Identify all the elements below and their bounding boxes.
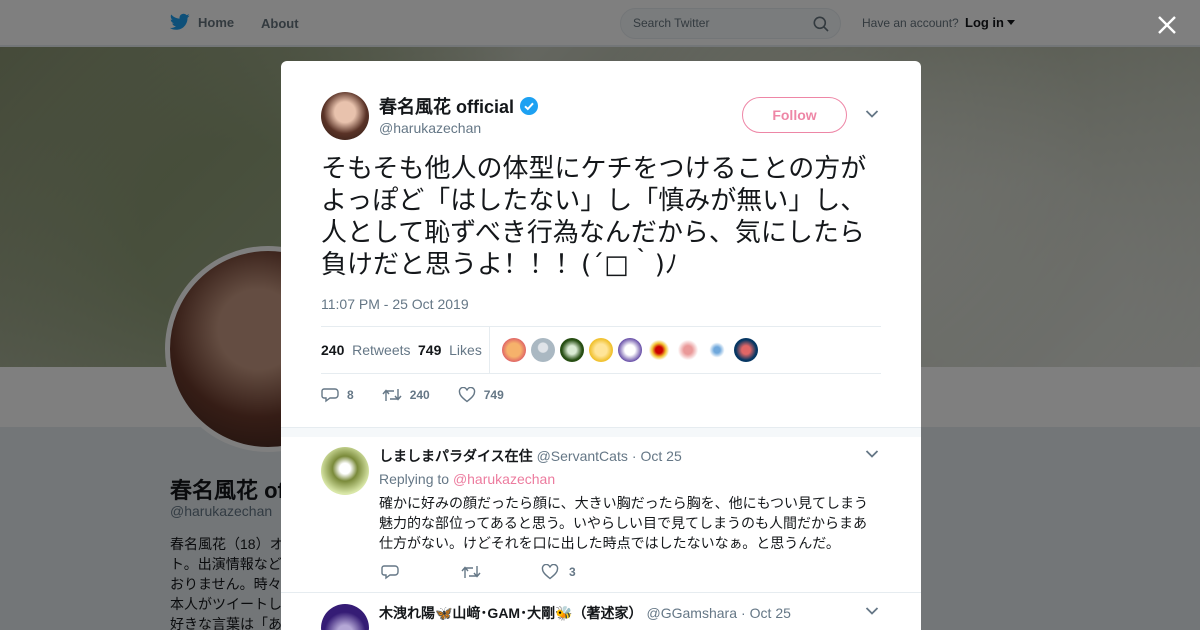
reply-author-handle[interactable]: @GGamshara [647,605,737,621]
reply-time[interactable]: Oct 25 [750,605,791,621]
author-handle[interactable]: @harukazechan [379,120,481,136]
heart-icon [458,387,475,403]
close-icon[interactable] [1156,14,1178,36]
reply-icon [381,565,399,580]
liker-avatar[interactable] [531,338,555,362]
author-avatar[interactable] [321,92,369,140]
liker-avatar[interactable] [618,338,642,362]
stats-divider [489,327,490,374]
reply-author-name[interactable]: 木洩れ陽🦋山﨑･GAM･大剛🐝（著述家） [379,603,643,623]
replying-to: Replying to @harukazechan [379,471,555,487]
likes-label: Likes [449,342,482,358]
follow-button[interactable]: Follow [742,97,847,133]
liker-avatar[interactable] [705,338,729,362]
likers-avatars [502,338,758,362]
author-name-row: 春名風花 official [379,93,539,119]
replying-to-link[interactable]: @harukazechan [453,471,555,487]
like-button[interactable]: 749 [458,387,504,403]
like-count: 749 [483,388,504,402]
liker-avatar[interactable] [502,338,526,362]
reply-reply-button[interactable] [381,564,461,580]
reply-button[interactable]: 8 [321,387,354,403]
liker-avatar[interactable] [734,338,758,362]
retweet-icon [382,389,402,401]
liker-avatar[interactable] [647,338,671,362]
reply-header: 木洩れ陽🦋山﨑･GAM･大剛🐝（著述家） @GGamshara · Oct 25 [379,603,791,623]
reply-author-handle[interactable]: @ServantCats [537,448,628,464]
retweets-count: 240 [321,342,345,358]
tweet-timestamp[interactable]: 11:07 PM - 25 Oct 2019 [321,296,469,312]
reply-header: しましまパラダイス在住 @ServantCats · Oct 25 [379,446,682,466]
retweet-count: 240 [409,388,430,402]
retweet-button[interactable]: 240 [382,387,430,403]
reply-author-avatar[interactable] [321,447,369,495]
reply-author-avatar[interactable] [321,604,369,630]
replying-prefix: Replying to [379,471,450,487]
tweet-text: そもそも他人の体型にケチをつけることの方がよっぽど「はしたない」し「慎みが無い」… [321,154,867,280]
liker-avatar[interactable] [589,338,613,362]
tweet-actions: 8 240 749 [321,387,532,403]
likes-count: 749 [418,342,442,358]
reply-icon [321,388,339,403]
tweet-stats: 240 Retweets 749 Likes [321,326,881,374]
reply-author-name[interactable]: しましまパラダイス在住 [379,446,533,466]
liker-avatar[interactable] [560,338,584,362]
reply-like-button[interactable]: 3 [541,564,621,580]
reply-retweet-button[interactable] [461,564,541,580]
heart-icon [541,564,559,580]
reply-count: 8 [347,388,354,402]
reply-dot: · [631,448,637,464]
retweets-stat[interactable]: 240 Retweets [321,342,411,358]
section-separator [281,427,921,437]
reply-time[interactable]: Oct 25 [641,448,682,464]
reply-like-count: 3 [569,565,576,579]
chevron-down-icon[interactable] [865,449,879,459]
reply-actions: 3 [381,564,621,580]
chevron-down-icon[interactable] [865,109,879,119]
likes-stat[interactable]: 749 Likes [418,342,482,358]
retweet-icon [461,566,481,578]
liker-avatar[interactable] [676,338,700,362]
reply-divider [281,592,921,593]
retweets-label: Retweets [352,342,411,358]
reply-text: 確かに好みの顔だったら顔に、大きい胸だったら胸を、他にもつい見てしまう魅力的な部… [379,495,869,551]
author-name[interactable]: 春名風花 official [379,93,514,119]
chevron-down-icon[interactable] [865,606,879,616]
verified-badge-icon [520,97,539,115]
reply-dot: · [741,605,746,621]
tweet-modal: 春名風花 official @harukazechan Follow そもそも他… [281,61,921,630]
